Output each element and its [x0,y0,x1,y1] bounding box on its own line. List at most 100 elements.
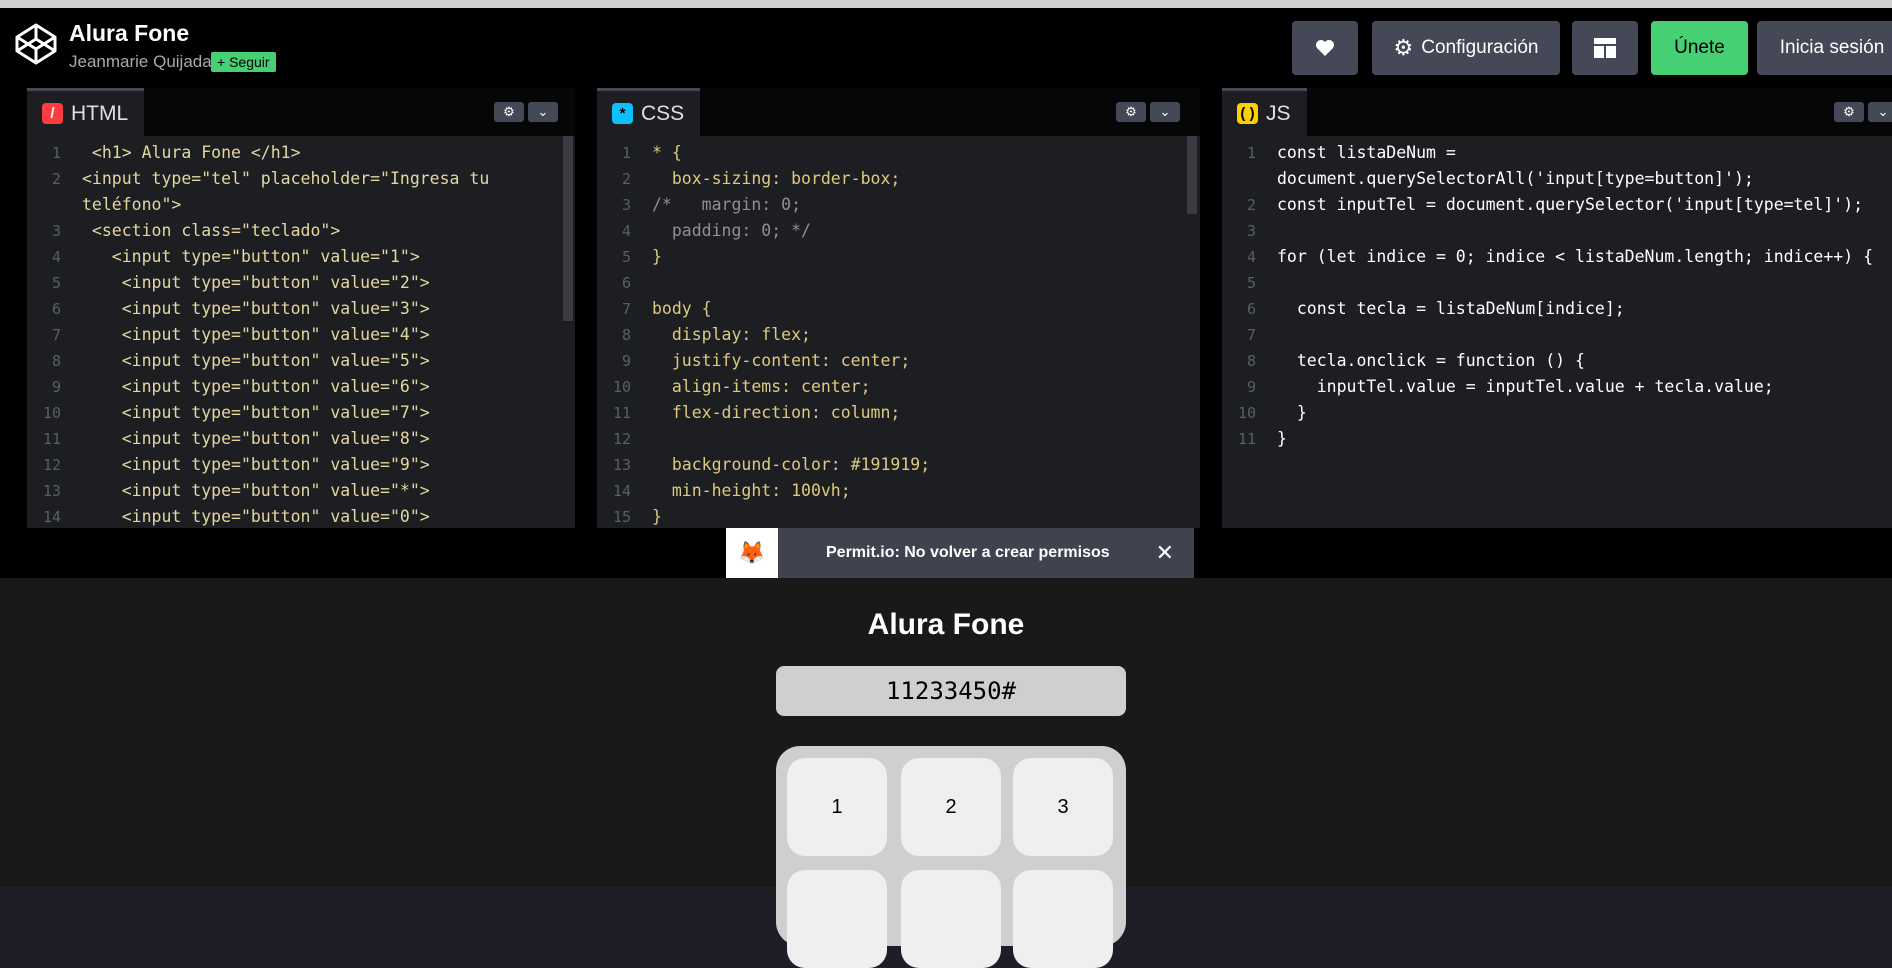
tab-css[interactable]: * CSS [597,88,701,136]
line-number: 11 [1237,430,1256,448]
code-line: 9 inputTel.value = inputTel.value + tecl… [1222,374,1892,400]
gear-icon: ⚙ [1843,104,1855,119]
css-icon: * [612,103,633,124]
code-text: min-height: 100vh; [652,481,851,500]
line-number: 6 [1246,300,1256,318]
line-number: 1 [1246,144,1256,162]
key-3[interactable]: 3 [1013,758,1113,856]
line-number: 15 [612,508,631,526]
line-number: 2 [51,170,61,188]
tab-html-label: HTML [71,101,129,125]
codepen-logo-icon[interactable] [14,22,58,66]
html-settings-button[interactable]: ⚙ [494,102,524,122]
html-collapse-button[interactable]: ⌄ [528,102,558,122]
author-name[interactable]: Jeanmarie Quijada [69,52,212,72]
chevron-down-icon: ⌄ [1159,104,1171,119]
code-text: <input type="button" value="3"> [82,299,430,318]
ad-banner[interactable]: 🦊 Permit.io: No volver a crear permisos … [726,528,1194,578]
css-code[interactable]: 1 * {2 box-sizing: border-box; 3 /* margin:… [597,136,1200,528]
code-text: <input type="button" value="1"> [82,247,420,266]
html-icon: / [42,103,63,124]
settings-button[interactable]: ⚙ Configuración [1372,21,1560,75]
line-number: 9 [1246,378,1256,396]
code-line: 3 <section class="teclado"> [27,218,575,244]
code-text: body { [652,299,712,318]
line-number: 2 [1246,196,1256,214]
key-row2-right[interactable] [1013,870,1113,968]
code-text: <h1> Alura Fone </h1> [82,143,301,162]
key-1[interactable]: 1 [787,758,887,856]
code-text: <input type="button" value="0"> [82,507,430,526]
permit-logo-icon: 🦊 [726,528,778,578]
code-line: 5 <input type="button" value="2"> [27,270,575,296]
line-number: 3 [51,222,61,240]
code-line: 8 <input type="button" value="5"> [27,348,575,374]
code-text: <input type="button" value="*"> [82,481,430,500]
tab-html[interactable]: / HTML [27,88,145,136]
html-editor-header: / HTML ⚙ ⌄ [27,88,575,136]
css-collapse-button[interactable]: ⌄ [1150,102,1180,122]
browser-top-strip [0,0,1892,8]
code-line: teléfono"> [27,192,575,218]
code-line: 5} [597,244,1200,270]
line-number: 10 [1237,404,1256,422]
login-button[interactable]: Inicia sesión [1757,21,1892,75]
html-scrollbar[interactable] [563,136,573,321]
code-line: 6 const tecla = listaDeNum[indice]; [1222,296,1892,322]
preview-title: Alura Fone [867,608,1025,641]
code-text: const listaDeNum = [1277,143,1456,162]
code-line: 14 <input type="button" value="0"> [27,504,575,528]
html-code[interactable]: 1 <h1> Alura Fone </h1> 2 <input type="tel… [27,136,575,528]
like-button[interactable] [1292,21,1358,75]
code-text: inputTel.value = inputTel.value + tecla.… [1277,377,1774,396]
css-scrollbar[interactable] [1187,136,1197,214]
gear-icon: ⚙ [1393,35,1414,60]
code-text: <input type="button" value="6"> [82,377,430,396]
code-line: 13 background-color: #191919; [597,452,1200,478]
code-line: 1 * { [597,140,1200,166]
code-line: 1 const listaDeNum = [1222,140,1892,166]
css-settings-button[interactable]: ⚙ [1116,102,1146,122]
ad-bar: 🦊 Permit.io: No volver a crear permisos … [0,528,1892,578]
follow-button[interactable]: + Seguir [211,52,276,72]
header: Alura Fone Jeanmarie Quijada + Seguir ⚙ … [0,8,1892,88]
line-number: 6 [51,300,61,318]
code-line: 7 [1222,322,1892,348]
code-text: flex-direction: column; [652,403,901,422]
code-text: /* margin: 0; [652,195,802,214]
code-line: 2 <input type="tel" placeholder="Ingresa … [27,166,575,192]
code-line: document.querySelectorAll('input[type=bu… [1222,166,1892,192]
close-icon[interactable]: ✕ [1156,540,1174,566]
code-line: 12 [597,426,1200,452]
code-text: } [1277,429,1287,448]
js-collapse-button[interactable]: ⌄ [1868,102,1892,122]
line-number: 1 [51,144,61,162]
line-number: 10 [612,378,631,396]
js-settings-button[interactable]: ⚙ [1834,102,1864,122]
line-number: 5 [1246,274,1256,292]
code-text: const tecla = listaDeNum[indice]; [1277,299,1625,318]
code-text: <input type="button" value="4"> [82,325,430,344]
tab-js[interactable]: ( ) JS [1222,88,1307,136]
code-line: 14 min-height: 100vh; [597,478,1200,504]
js-code[interactable]: 1 const listaDeNum = document.querySelecto… [1222,136,1892,528]
ad-text: Permit.io: No volver a crear permisos [826,544,1110,561]
key-2[interactable]: 2 [901,758,1001,856]
layout-button[interactable] [1572,21,1638,75]
code-line: 6 [597,270,1200,296]
code-line: 4 for (let indice = 0; indice < listaDeNu… [1222,244,1892,270]
code-line: 8 display: flex; [597,322,1200,348]
html-editor: / HTML ⚙ ⌄ 1 <h1> Alura Fone </h1> 2 <inpu… [27,88,575,528]
key-row2-middle[interactable] [901,870,1001,968]
key-row2-left[interactable] [787,870,887,968]
line-number: 13 [42,482,61,500]
code-text: padding: 0; */ [652,221,811,240]
phone-input[interactable]: 11233450# [776,666,1126,716]
code-text: <input type="button" value="5"> [82,351,430,370]
line-number: 4 [621,222,631,240]
signup-button[interactable]: Únete [1651,21,1748,75]
gear-icon: ⚙ [503,104,515,119]
code-text: <input type="button" value="2"> [82,273,430,292]
line-number: 12 [612,430,631,448]
line-number: 8 [621,326,631,344]
